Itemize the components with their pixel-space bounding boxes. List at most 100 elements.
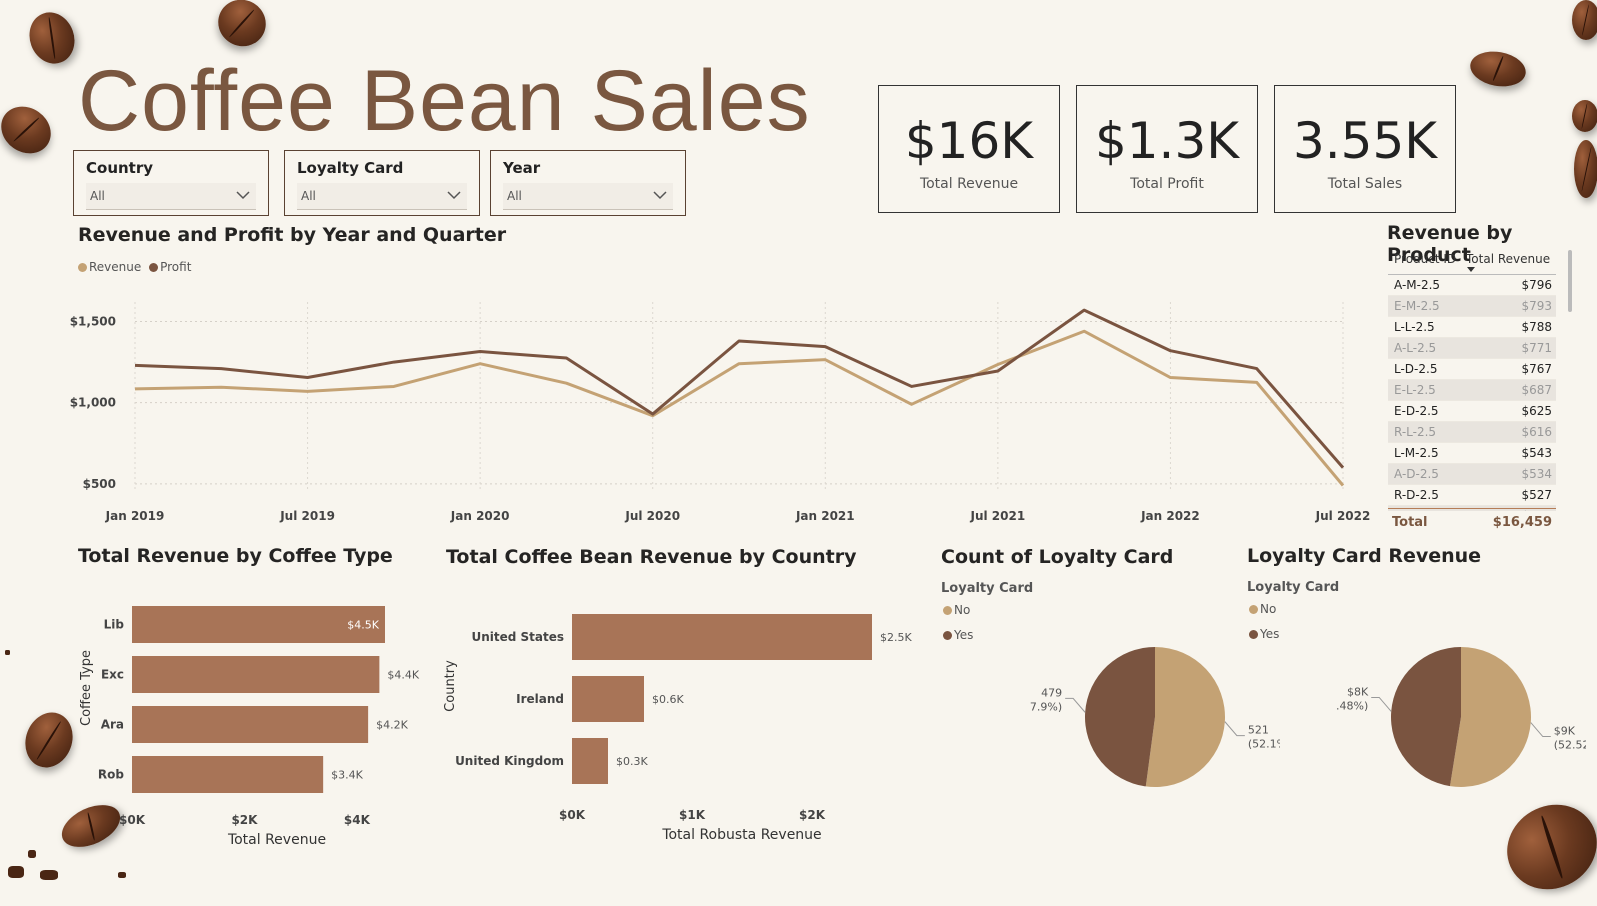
loyalty-revenue-pie-chart: $9K(52.52%) $8K(47.48%) xyxy=(1336,647,1586,787)
revenue-legend-dot xyxy=(78,263,87,272)
x-tick-label: Jul 2020 xyxy=(624,509,680,523)
line-chart-title: Revenue and Profit by Year and Quarter xyxy=(78,224,507,246)
x-tick-label: Jan 2020 xyxy=(450,509,510,523)
coffee-bean-decoration xyxy=(1572,100,1597,132)
revenue-cell: $788 xyxy=(1521,320,1552,334)
coffee-bean-decoration xyxy=(0,97,60,163)
total-value: $16,459 xyxy=(1492,515,1552,530)
dropdown-value: All xyxy=(301,189,316,203)
yes-legend-dot xyxy=(1249,630,1258,639)
slicer-label: Year xyxy=(503,159,541,177)
category-label: Exc xyxy=(101,668,124,682)
x-tick-label: $2K xyxy=(231,813,258,827)
legend-label: Profit xyxy=(160,260,192,274)
product-id-cell: R-D-2.5 xyxy=(1394,488,1439,502)
table-row[interactable]: L-L-2.5 $788 xyxy=(1388,317,1556,338)
column-header-product-id[interactable]: Product ID xyxy=(1394,252,1456,266)
leader-line xyxy=(1371,696,1392,712)
column-header-total-revenue[interactable]: Total Revenue xyxy=(1466,252,1550,266)
product-id-cell: L-D-2.5 xyxy=(1394,362,1438,376)
coffee-bean-decoration xyxy=(1491,788,1597,906)
slicer-label: Loyalty Card xyxy=(297,159,404,177)
kpi-caption: Total Revenue xyxy=(919,176,1019,192)
x-tick-label: $1K xyxy=(679,808,706,822)
product-id-cell: A-D-2.5 xyxy=(1394,467,1439,481)
x-tick-label: $2K xyxy=(799,808,826,822)
bean-crumb-decoration xyxy=(5,650,10,655)
slicer-label: Country xyxy=(86,159,154,177)
profit-series-line xyxy=(134,308,1345,469)
product-id-cell: L-M-2.5 xyxy=(1394,446,1439,460)
kpi-card-total-sales: 3.55K Total Sales xyxy=(1274,85,1456,213)
table-row[interactable]: E-M-2.5 $793 xyxy=(1388,296,1556,317)
data-label: $4.4K xyxy=(387,669,419,682)
table-row[interactable]: A-M-2.5 $796 xyxy=(1388,275,1556,296)
table-divider xyxy=(1388,508,1556,509)
data-label: (52.1%) xyxy=(1248,738,1280,751)
revenue-cell: $527 xyxy=(1521,488,1552,502)
x-tick-label: $4K xyxy=(344,813,371,827)
table-header: Product ID Total Revenue xyxy=(1388,248,1556,275)
table-total-row: Total $16,459 xyxy=(1388,512,1556,532)
year-dropdown[interactable]: All xyxy=(503,183,673,210)
year-slicer[interactable]: Year All xyxy=(490,150,686,216)
loyalty-revenue-legend-title: Loyalty Card xyxy=(1247,580,1340,595)
product-id-cell: R-M-2.5 xyxy=(1394,509,1440,511)
x-tick-label: Jul 2022 xyxy=(1315,509,1371,523)
data-label: (47.48%) xyxy=(1336,699,1368,712)
dropdown-value: All xyxy=(90,189,105,203)
x-tick-label: $0K xyxy=(559,808,586,822)
kpi-value: $16K xyxy=(904,112,1034,170)
revenue-cell: $422 xyxy=(1521,509,1552,511)
loyalty-card-dropdown[interactable]: All xyxy=(297,183,467,210)
data-label: 521 xyxy=(1248,724,1269,737)
page-title: Coffee Bean Sales xyxy=(78,53,811,149)
legend-label: Yes xyxy=(954,628,974,642)
x-tick-label: Jan 2021 xyxy=(795,509,855,523)
loyalty-revenue-legend-yes: Yes xyxy=(1249,627,1279,641)
coffee-bean-decoration xyxy=(1574,140,1597,198)
kpi-card-total-revenue: $16K Total Revenue xyxy=(878,85,1060,213)
chevron-down-icon xyxy=(447,191,461,200)
country-bar-chart: United States $2.5K Ireland $0.6K United Kin… xyxy=(443,614,912,843)
revenue-cell: $796 xyxy=(1521,278,1552,292)
x-tick-label: Jan 2022 xyxy=(1140,509,1200,523)
category-label: Ara xyxy=(101,718,124,732)
data-label: $0.6K xyxy=(652,693,684,706)
product-id-cell: E-M-2.5 xyxy=(1394,299,1440,313)
loyalty-card-slicer[interactable]: Loyalty Card All xyxy=(284,150,480,216)
table-row[interactable]: A-D-2.5 $534 xyxy=(1388,464,1556,485)
loyalty-revenue-title: Loyalty Card Revenue xyxy=(1247,545,1482,567)
table-row[interactable]: L-M-2.5 $543 xyxy=(1388,443,1556,464)
table-row[interactable]: E-D-2.5 $625 xyxy=(1388,401,1556,422)
table-row[interactable]: R-D-2.5 $527 xyxy=(1388,485,1556,506)
revenue-series-line xyxy=(134,329,1345,487)
table-row[interactable]: E-L-2.5 $687 xyxy=(1388,380,1556,401)
bean-crumb-decoration xyxy=(8,866,24,878)
legend-label: Revenue xyxy=(89,260,142,274)
coffee-bean-decoration xyxy=(22,6,82,70)
leader-line xyxy=(1530,722,1551,738)
total-label: Total xyxy=(1392,515,1428,530)
revenue-profit-line-chart: $1,500 $1,000 $500 Jan 2019 Jul 2019 Jan 2020… xyxy=(70,302,1371,523)
revenue-by-product-table: Product ID Total Revenue A-M-2.5 $796 E-M-… xyxy=(1388,248,1556,511)
category-label: Rob xyxy=(98,768,124,782)
table-row[interactable]: A-L-2.5 $771 xyxy=(1388,338,1556,359)
table-body: A-M-2.5 $796 E-M-2.5 $793 L-L-2.5 $788 A-L-2.5… xyxy=(1388,275,1556,511)
country-chart-title: Total Coffee Bean Revenue by Country xyxy=(446,546,857,568)
yes-legend-dot xyxy=(943,631,952,640)
category-label: Ireland xyxy=(516,692,564,706)
y-tick-label: $1,000 xyxy=(70,396,116,410)
product-id-cell: L-L-2.5 xyxy=(1394,320,1435,334)
kpi-card-total-profit: $1.3K Total Profit xyxy=(1076,85,1258,213)
y-tick-label: $500 xyxy=(83,477,116,491)
table-scrollbar[interactable] xyxy=(1568,250,1572,312)
revenue-cell: $687 xyxy=(1521,383,1552,397)
table-row[interactable]: R-L-2.5 $616 xyxy=(1388,422,1556,443)
loyalty-count-legend-yes: Yes xyxy=(943,628,973,642)
table-row[interactable]: L-D-2.5 $767 xyxy=(1388,359,1556,380)
country-dropdown[interactable]: All xyxy=(86,183,256,210)
data-label: $9K xyxy=(1554,725,1576,738)
x-axis-title: Total Robusta Revenue xyxy=(661,827,821,843)
country-slicer[interactable]: Country All xyxy=(73,150,269,216)
